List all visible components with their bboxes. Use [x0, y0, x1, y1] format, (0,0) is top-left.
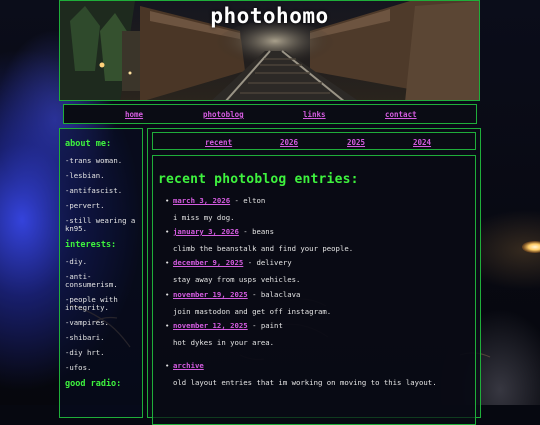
main-nav: home photoblog links contact [63, 104, 477, 124]
entry-description: stay away from usps vehicles. [173, 275, 301, 284]
bullet-icon: • [165, 361, 170, 370]
main-content: recent 2026 2025 2024 recent photoblog e… [147, 128, 481, 425]
entry-title: - delivery [243, 258, 292, 267]
nav-home-link[interactable]: home [125, 110, 143, 119]
entries-title: recent photoblog entries: [158, 172, 359, 187]
about-item: -antifascist. [65, 186, 123, 195]
blog-entry: • march 3, 2026 - elton i miss my dog. [165, 196, 465, 222]
bullet-icon: • [165, 258, 170, 267]
sidebar: about me: -trans woman. -lesbian. -antif… [59, 128, 143, 418]
year-recent-link[interactable]: recent [205, 138, 232, 147]
year-filter-nav: recent 2026 2025 2024 [152, 132, 476, 150]
bullet-icon: • [165, 227, 170, 236]
blog-entry: • november 12, 2025 - paint hot dykes in … [165, 321, 465, 347]
site-title: photohomo [210, 4, 329, 28]
entry-date-link[interactable]: january 3, 2026 [173, 227, 239, 236]
archive-link[interactable]: archive [173, 361, 204, 370]
entry-date-link[interactable]: november 19, 2025 [173, 290, 248, 299]
entry-title: - balaclava [247, 290, 301, 299]
interest-item: -shibari. [65, 333, 105, 342]
interest-item: -ufos. [65, 363, 92, 372]
header-banner: photohomo [59, 0, 480, 101]
year-2025-link[interactable]: 2025 [347, 138, 365, 147]
entry-description: climb the beanstalk and find your people… [173, 244, 354, 253]
bullet-icon: • [165, 196, 170, 205]
interest-item: -anti-consumerism. [65, 272, 118, 289]
entry-description: old layout entries that im working on mo… [173, 378, 437, 387]
interest-item: -diy. [65, 257, 87, 266]
nav-photoblog-link[interactable]: photoblog [203, 110, 244, 119]
blog-entry: • december 9, 2025 - delivery stay away f… [165, 258, 465, 284]
about-item: -still wearing a kn95. [65, 216, 136, 233]
bullet-icon: • [165, 290, 170, 299]
entry-title: - elton [230, 196, 266, 205]
entry-title: - paint [247, 321, 283, 330]
entry-date-link[interactable]: december 9, 2025 [173, 258, 243, 267]
bullet-icon: • [165, 321, 170, 330]
radio-heading: good radio: [65, 379, 122, 389]
about-item: -pervert. [65, 201, 105, 210]
interest-item: -vampires. [65, 318, 109, 327]
entry-title: - beans [238, 227, 275, 236]
about-heading: about me: [65, 139, 112, 149]
archive-entry: • archive old layout entries that im work… [165, 361, 465, 387]
interest-item: -people with integrity. [65, 295, 118, 312]
about-item: -trans woman. [65, 156, 123, 165]
interest-item: -diy hrt. [65, 348, 105, 357]
interests-heading: interests: [65, 240, 117, 250]
year-2024-link[interactable]: 2024 [413, 138, 431, 147]
entries-panel: recent photoblog entries: • march 3, 2026… [152, 155, 476, 425]
entry-date-link[interactable]: march 3, 2026 [173, 196, 230, 205]
nav-links-link[interactable]: links [303, 110, 326, 119]
entry-date-link[interactable]: november 12, 2025 [173, 321, 248, 330]
blog-entry: • november 19, 2025 - balaclava join mast… [165, 290, 465, 316]
blog-entry: • january 3, 2026 - beans climb the beans… [165, 227, 465, 253]
about-item: -lesbian. [65, 171, 105, 180]
entry-description: hot dykes in your area. [173, 338, 275, 347]
nav-contact-link[interactable]: contact [385, 110, 417, 119]
entry-description: i miss my dog. [173, 213, 235, 222]
year-2026-link[interactable]: 2026 [280, 138, 298, 147]
entry-description: join mastodon and get off instagram. [173, 307, 332, 316]
